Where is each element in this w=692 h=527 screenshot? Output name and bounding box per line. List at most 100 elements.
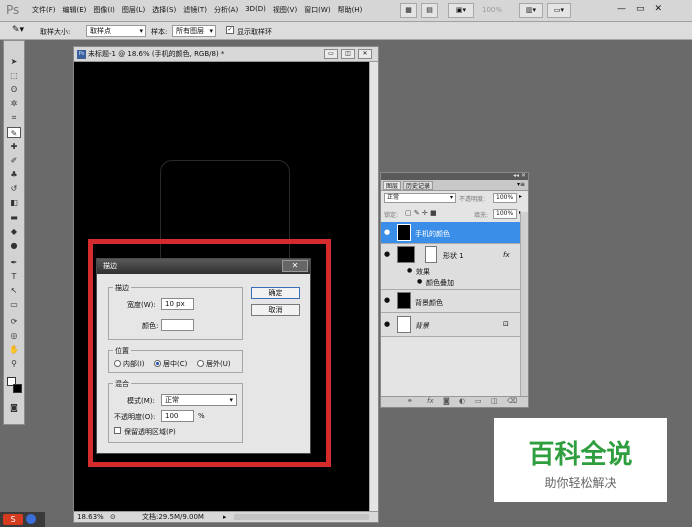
status-menu-arrow-icon[interactable]: ▸ <box>223 512 227 522</box>
menu-filter[interactable]: 滤镜(T) <box>183 5 207 15</box>
preserve-transparency-checkbox[interactable] <box>114 427 121 434</box>
ok-button[interactable]: 确定 <box>251 287 300 299</box>
eye-icon[interactable]: ● <box>384 228 390 236</box>
menu-help[interactable]: 帮助(H) <box>338 5 363 15</box>
eye-icon[interactable]: ● <box>384 320 390 328</box>
quick-select-tool-icon[interactable]: ✲ <box>7 98 21 109</box>
dialog-title-bar[interactable]: 描边 ✕ <box>97 259 310 274</box>
layer-row[interactable]: ● 形状 1 fx <box>381 244 520 266</box>
layer-row[interactable]: ● 背景 ⊡ <box>381 313 520 337</box>
lasso-tool-icon[interactable]: ʘ <box>7 84 21 95</box>
tray-icon[interactable] <box>26 514 36 524</box>
document-vertical-scrollbar[interactable] <box>369 62 378 513</box>
3d-rotate-tool-icon[interactable]: ⟳ <box>7 316 21 327</box>
center-radio[interactable] <box>154 360 161 367</box>
eye-icon[interactable]: ● <box>407 267 412 274</box>
minimize-icon[interactable]: — <box>617 4 626 14</box>
dialog-close-icon[interactable]: ✕ <box>282 260 308 272</box>
menu-image[interactable]: 图像(I) <box>93 5 115 15</box>
link-layers-icon[interactable]: ⚭ <box>407 397 413 405</box>
clone-stamp-tool-icon[interactable]: ♣ <box>7 169 21 180</box>
document-title-bar[interactable]: Ps 未标题-1 @ 18.6% (手机的颜色, RGB/8) * ▭ ◫ ✕ <box>74 47 378 62</box>
bridge-button[interactable]: ▦ <box>400 3 417 18</box>
fill-input[interactable]: 100% <box>493 209 517 219</box>
layers-scrollbar[interactable] <box>520 212 528 398</box>
doc-close-icon[interactable]: ✕ <box>358 49 372 59</box>
cancel-button[interactable]: 取消 <box>251 304 300 316</box>
new-layer-icon[interactable]: ◫ <box>491 397 498 405</box>
3d-orbit-tool-icon[interactable]: ◎ <box>7 330 21 341</box>
show-ring-checkbox[interactable]: ✓ <box>226 26 234 34</box>
chevron-right-icon[interactable]: ▸ <box>519 193 522 200</box>
quick-mask-icon[interactable]: ◙ <box>7 402 21 413</box>
add-mask-icon[interactable]: ◙ <box>443 397 450 405</box>
view-extras-button[interactable]: ▣▾ <box>448 3 474 18</box>
blur-tool-icon[interactable]: ◆ <box>7 226 21 237</box>
outside-radio[interactable] <box>197 360 204 367</box>
dodge-tool-icon[interactable]: ● <box>7 240 21 251</box>
tab-history[interactable]: 历史记录 <box>403 181 434 190</box>
maximize-icon[interactable]: ▭ <box>636 4 645 14</box>
zoom-tool-icon[interactable]: ⚲ <box>7 358 21 369</box>
minibridge-button[interactable]: ▤ <box>421 3 438 18</box>
arrange-documents-button[interactable]: ▥▾ <box>519 3 543 18</box>
screen-mode-button[interactable]: ▭▾ <box>547 3 571 18</box>
horizontal-scrollbar[interactable] <box>234 514 369 520</box>
menu-view[interactable]: 视图(V) <box>273 5 297 15</box>
shape-tool-icon[interactable]: ▭ <box>7 299 21 310</box>
brush-tool-icon[interactable]: ✐ <box>7 155 21 166</box>
doc-minimize-icon[interactable]: ▭ <box>324 49 338 59</box>
eye-icon[interactable]: ● <box>384 296 390 304</box>
menu-window[interactable]: 窗口(W) <box>304 5 330 15</box>
status-zoom[interactable]: 18.63% <box>77 512 104 522</box>
path-select-tool-icon[interactable]: ↖ <box>7 285 21 296</box>
pen-tool-icon[interactable]: ✒ <box>7 257 21 268</box>
layer-row[interactable]: ● 背景颜色 <box>381 290 520 313</box>
menu-3d[interactable]: 3D(D) <box>245 5 266 15</box>
hand-tool-icon[interactable]: ✋ <box>7 344 21 355</box>
width-input[interactable]: 10 px <box>161 298 194 310</box>
background-color-swatch[interactable] <box>13 384 22 393</box>
menu-layer[interactable]: 图层(L) <box>122 5 145 15</box>
marquee-tool-icon[interactable]: ⬚ <box>7 70 21 81</box>
menu-analysis[interactable]: 分析(A) <box>214 5 238 15</box>
layer-row[interactable]: ● 手机的颜色 <box>381 222 520 244</box>
type-tool-icon[interactable]: T <box>7 271 21 282</box>
eye-icon[interactable]: ● <box>417 278 422 285</box>
panel-header[interactable]: ◂◂ ✕ <box>381 172 528 180</box>
menu-file[interactable]: 文件(F) <box>32 5 56 15</box>
input-method-icon[interactable]: S <box>3 514 23 525</box>
effect-row[interactable]: ● 颜色叠加 <box>381 276 520 290</box>
eyedropper-tool-icon[interactable]: ✎ <box>7 127 21 138</box>
blend-mode-select[interactable]: 正常 ▾ <box>384 193 456 203</box>
color-swatch[interactable] <box>161 319 194 331</box>
close-icon[interactable]: ✕ <box>655 4 663 14</box>
doc-restore-icon[interactable]: ◫ <box>341 49 355 59</box>
zoom-level[interactable]: 100% <box>482 6 502 14</box>
sample-size-select[interactable]: 取样点 ▾ <box>86 25 146 37</box>
eyedropper-icon[interactable]: ✎▾ <box>12 25 24 35</box>
fx-icon[interactable]: fx <box>503 251 510 259</box>
sample-select[interactable]: 所有图层 ▾ <box>172 25 216 37</box>
crop-tool-icon[interactable]: ⌗ <box>7 112 21 123</box>
menu-select[interactable]: 选择(S) <box>152 5 176 15</box>
inside-radio[interactable] <box>114 360 121 367</box>
panel-menu-icon[interactable]: ▾≡ <box>517 181 525 188</box>
lock-icons[interactable]: ▢ ✎ ✛ ■ <box>405 209 437 217</box>
eraser-tool-icon[interactable]: ◧ <box>7 197 21 208</box>
gradient-tool-icon[interactable]: ▬ <box>7 212 21 223</box>
mode-select[interactable]: 正常 ▾ <box>161 394 237 406</box>
adjustment-layer-icon[interactable]: ◐ <box>459 397 465 405</box>
effects-row[interactable]: ● 效果 <box>381 266 520 276</box>
healing-brush-tool-icon[interactable]: ✚ <box>7 141 21 152</box>
delete-layer-icon[interactable]: ⌫ <box>507 397 517 405</box>
collapse-icon[interactable]: ◂◂ ✕ <box>513 172 526 179</box>
opacity-input[interactable]: 100 <box>161 410 194 422</box>
history-brush-tool-icon[interactable]: ↺ <box>7 183 21 194</box>
new-group-icon[interactable]: ▭ <box>475 397 482 405</box>
add-style-icon[interactable]: fx <box>427 397 434 405</box>
menu-edit[interactable]: 编辑(E) <box>63 5 87 15</box>
tab-layers[interactable]: 图层 <box>383 181 402 190</box>
move-tool-icon[interactable]: ➤ <box>7 56 21 67</box>
layer-opacity-input[interactable]: 100% <box>493 193 517 203</box>
